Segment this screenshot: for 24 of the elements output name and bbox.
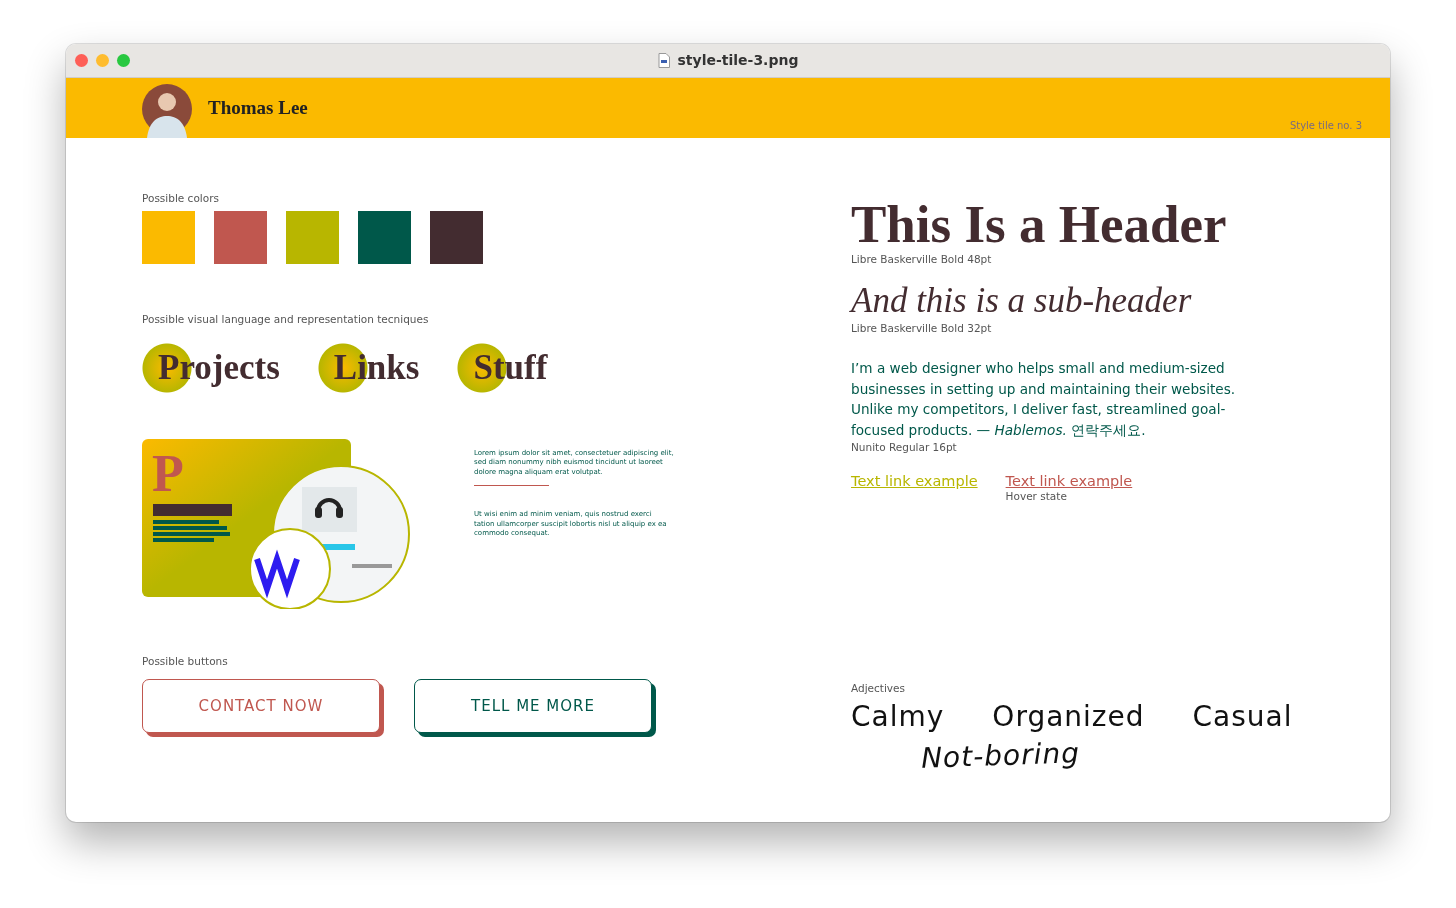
adjective-word: Not-boring bbox=[920, 736, 1081, 775]
font-caption: Libre Baskerville Bold 32pt bbox=[851, 322, 992, 334]
sample-subheader: And this is a sub-header bbox=[851, 281, 1192, 321]
text-link[interactable]: Text link example bbox=[1005, 473, 1133, 489]
avatar-icon bbox=[142, 82, 192, 138]
minimize-button[interactable] bbox=[96, 54, 109, 67]
link-state-note: Hover state bbox=[1005, 490, 1068, 502]
section-label: Possible colors bbox=[142, 192, 219, 204]
adjective-word: Organized bbox=[992, 700, 1145, 733]
file-icon bbox=[657, 52, 670, 68]
close-button[interactable] bbox=[75, 54, 88, 67]
author-name: Thomas Lee bbox=[208, 97, 308, 119]
sample-header: This Is a Header bbox=[851, 196, 1227, 252]
adjective-word: Calmy bbox=[851, 700, 945, 733]
font-caption: Libre Baskerville Bold 48pt bbox=[851, 253, 992, 265]
sample-paragraph: I’m a web designer who helps small and medium-sized businesses in setting up and maintaining their websites. Unlike my competitors, I deliver fast, streamlined goal-focused products. — Hablemos. 연락주세요. bbox=[851, 359, 1237, 440]
section-label: Possible visual language and representation tecniques bbox=[142, 313, 429, 325]
adjective-word: Casual bbox=[1192, 700, 1293, 733]
section-label: Adjectives bbox=[851, 682, 905, 694]
section-label: Possible buttons bbox=[142, 655, 228, 667]
style-tile-label: Style tile no. 3 bbox=[1289, 120, 1362, 131]
window-title: style-tile-3.png bbox=[677, 52, 799, 68]
zoom-button[interactable] bbox=[117, 54, 130, 67]
font-caption: Nunito Regular 16pt bbox=[851, 441, 957, 453]
